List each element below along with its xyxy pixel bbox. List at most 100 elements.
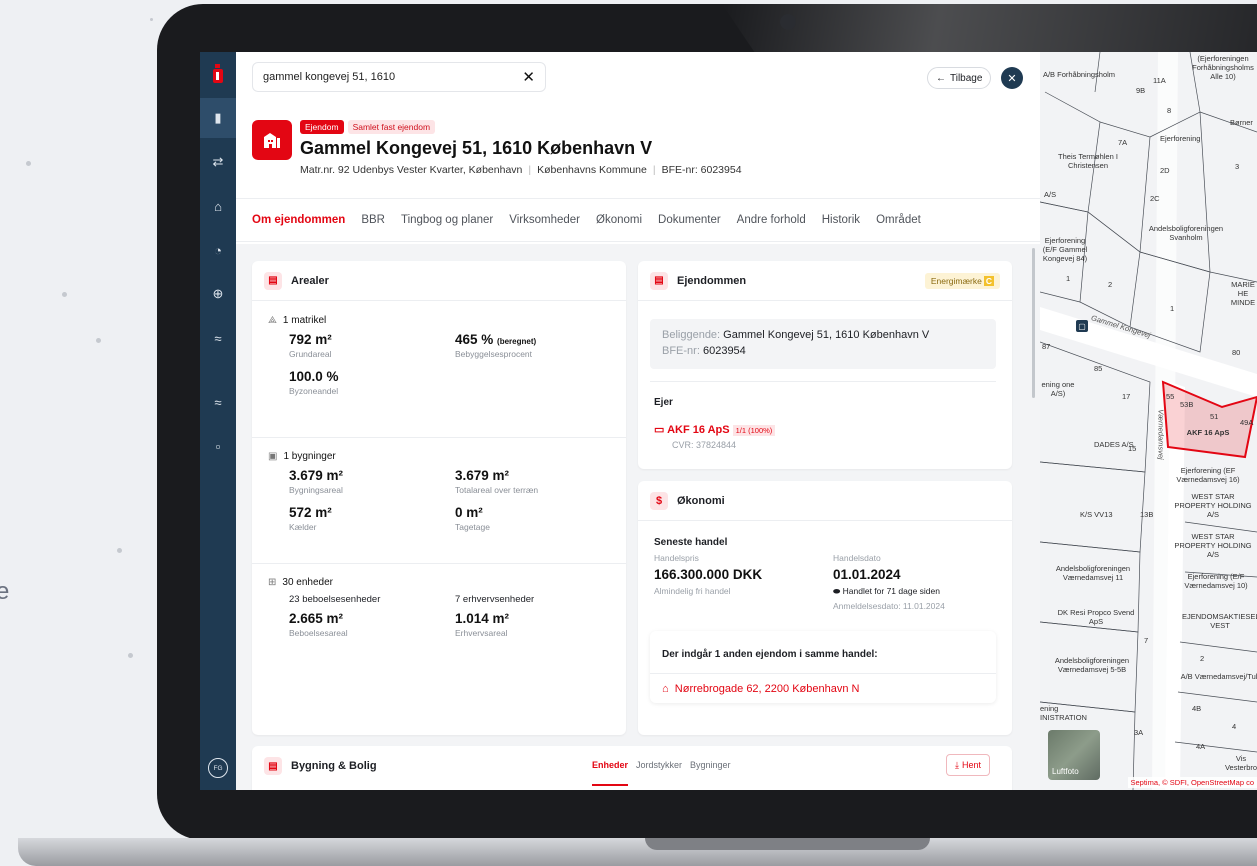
- building-nav-icon[interactable]: ▮: [200, 98, 236, 138]
- arealer-title: Arealer: [291, 274, 329, 287]
- beliggende-value: Gammel Kongevej 51, 1610 København V: [723, 329, 930, 341]
- map-number: 7A: [1118, 138, 1128, 147]
- price-column: Handelspris 166.300.000 DKK Almindelig f…: [654, 553, 762, 596]
- map-label: DK Resi Propco Svend ApS: [1057, 608, 1135, 626]
- tab-andre-forhold[interactable]: Andre forhold: [737, 214, 806, 226]
- owner-share: 1/1 (100%): [732, 425, 776, 436]
- backdrop-dot: [128, 653, 133, 658]
- tab-jordstykker[interactable]: Jordstykker: [636, 760, 682, 770]
- clear-icon[interactable]: ✕: [522, 68, 535, 86]
- date-column: Handelsdato 01.01.2024 ⬬ Handlet for 71 …: [833, 553, 945, 611]
- beboelse-label: Beboelsesareal: [289, 628, 348, 638]
- back-button[interactable]: ← Tilbage: [927, 67, 992, 89]
- matrikel-section: ⟁ 1 matrikel 792 m² Grundareal 465 % (ber…: [252, 301, 626, 396]
- energy-label: Energimærke: [930, 275, 982, 286]
- oekonomi-header: $ Økonomi: [638, 481, 1012, 521]
- backdrop-dot: [62, 292, 67, 297]
- scrollbar[interactable]: [1032, 248, 1035, 398]
- map-label: EJENDOMSAKTIESELSK VEST: [1182, 612, 1257, 630]
- search-value: gammel kongevej 51, 1610: [263, 71, 396, 83]
- webcam: [780, 14, 796, 30]
- tab-omraadet[interactable]: Området: [876, 214, 921, 226]
- search-input[interactable]: gammel kongevej 51, 1610 ✕: [252, 62, 546, 92]
- app-logo-icon[interactable]: [200, 52, 236, 96]
- map-label: Andelsboligforeningen Værnedamsvej 11: [1055, 564, 1131, 582]
- active-tab-indicator: [592, 784, 628, 786]
- energy-grade: C: [983, 275, 994, 286]
- erhverv-count: 7 erhvervsenheder: [455, 594, 535, 605]
- filter-nav-icon[interactable]: ≈: [200, 318, 236, 358]
- map-label: WEST STAR PROPERTY HOLDING A/S: [1174, 532, 1252, 559]
- laptop-notch: [645, 838, 930, 850]
- map-label: Andelsboligforeningen Svanholm: [1148, 224, 1224, 242]
- property-subtitle: Matr.nr. 92 Udenbys Vester Kvarter, Købe…: [300, 164, 742, 176]
- chart-nav-icon[interactable]: ◔: [200, 230, 236, 270]
- grundareal-label: Grundareal: [289, 349, 332, 359]
- bfe-text: BFE-nr: 6023954: [661, 164, 742, 176]
- other-property-link[interactable]: ⌂ Nørrebrogade 62, 2200 København N: [650, 673, 996, 704]
- bebyggelse-value: 465 %: [455, 332, 494, 347]
- download-button[interactable]: ⤓ Hent: [946, 754, 990, 776]
- tab-oekonomi[interactable]: Økonomi: [596, 214, 642, 226]
- tab-enheder[interactable]: Enheder: [592, 760, 628, 770]
- close-icon: ✕: [1007, 72, 1017, 85]
- map-number: 2C: [1150, 194, 1160, 203]
- page-title: Gammel Kongevej 51, 1610 København V: [300, 138, 653, 158]
- tab-bygninger[interactable]: Bygninger: [690, 760, 731, 770]
- owner-heading: Ejer: [654, 397, 673, 408]
- map-number: 53B: [1180, 400, 1194, 409]
- home-nav-icon[interactable]: ⌂: [200, 186, 236, 226]
- map-attribution[interactable]: Septima, © SDFI, OpenStreetMap co: [1127, 777, 1257, 788]
- map-panel[interactable]: A/B Forhåbningsholm (Ejerforeningen Forh…: [1040, 52, 1257, 790]
- search-nav-icon[interactable]: ⊕: [200, 274, 236, 314]
- map-number: 85: [1094, 364, 1103, 373]
- type-badge: Ejendom: [300, 120, 344, 134]
- settings-nav-icon[interactable]: ≈: [200, 382, 236, 422]
- close-button[interactable]: ✕: [1001, 67, 1023, 89]
- laptop-base: [18, 838, 1257, 866]
- tab-tingbog[interactable]: Tingbog og planer: [401, 214, 493, 226]
- map-label: Ejerforening (E/F Værnedamsvej 10): [1184, 572, 1248, 590]
- tab-om-ejendommen[interactable]: Om ejendommen: [252, 214, 345, 226]
- parcel-icon: ⟁: [268, 315, 277, 326]
- map-label: K/S VV13: [1080, 510, 1113, 519]
- tab-bar: Om ejendommen BBR Tingbog og planer Virk…: [236, 198, 1040, 242]
- bygninger-heading: ▣ 1 bygninger: [268, 451, 610, 462]
- matrikel-grid: 792 m² Grundareal 465 % (beregnet) Bebygge…: [289, 332, 610, 396]
- map-number: 9B: [1136, 86, 1146, 95]
- matrikel-count: 1 matrikel: [282, 315, 327, 326]
- map-label: Theis Termøhlen I Christensen: [1058, 152, 1118, 170]
- enheder-grid: 23 beboelsesenheder 7 erhvervsenheder 2.…: [289, 594, 610, 638]
- transfer-nav-icon[interactable]: ⇄: [200, 142, 236, 182]
- map-label: A/S: [1044, 190, 1057, 199]
- oekonomi-card: $ Økonomi Seneste handel Handelspris 166…: [638, 481, 1012, 735]
- bygningsareal-value: 3.679 m²: [289, 468, 344, 483]
- tab-dokumenter[interactable]: Dokumenter: [658, 214, 721, 226]
- matrikel-heading: ⟁ 1 matrikel: [268, 315, 610, 326]
- map-number: 15: [1128, 444, 1137, 453]
- totalareal-value: 3.679 m²: [455, 468, 510, 483]
- bebyggelse-label: Bebyggelsesprocent: [455, 349, 533, 359]
- tab-historik[interactable]: Historik: [822, 214, 860, 226]
- avatar[interactable]: FG: [208, 758, 228, 778]
- owner-link[interactable]: ▭ AKF 16 ApS 1/1 (100%): [654, 423, 776, 436]
- kommune-text: Københavns Kommune: [537, 164, 647, 176]
- bygninger-section: ▣ 1 bygninger 3.679 m² Bygningsareal 3.67…: [252, 437, 626, 532]
- address-box: Beliggende: Gammel Kongevej 51, 1610 Køb…: [650, 319, 996, 369]
- price-label: Handelspris: [654, 553, 699, 563]
- erhverv-value: 1.014 m²: [455, 611, 510, 626]
- map-number: 49A: [1240, 418, 1254, 427]
- map-label: ening INISTRATION: [1040, 704, 1087, 722]
- beliggende-key: Beliggende:: [662, 329, 721, 341]
- handshake-icon: ⬬: [833, 586, 841, 596]
- document-nav-icon[interactable]: ▫: [200, 426, 236, 466]
- map-pin-icon[interactable]: ▢: [1076, 320, 1088, 332]
- satellite-toggle[interactable]: Luftfoto: [1048, 730, 1100, 780]
- map-label: Børner: [1230, 118, 1253, 127]
- tagetage-label: Tagetage: [455, 522, 490, 532]
- backdrop-dot: [26, 161, 31, 166]
- tab-bbr[interactable]: BBR: [361, 214, 385, 226]
- bygning-tabs: Enheder Jordstykker Bygninger: [592, 760, 731, 770]
- owner-name: AKF 16 ApS: [667, 424, 730, 436]
- tab-virksomheder[interactable]: Virksomheder: [509, 214, 580, 226]
